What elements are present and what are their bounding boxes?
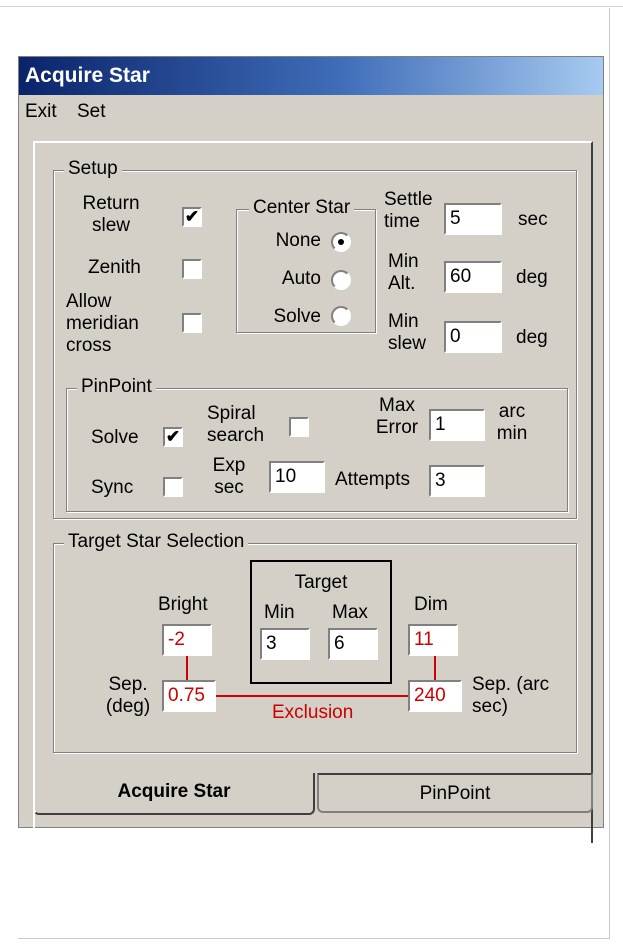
page-right-border xyxy=(609,8,610,938)
min-alt-unit: deg xyxy=(516,267,548,288)
zenith-checkbox[interactable] xyxy=(182,259,202,279)
dim-label: Dim xyxy=(414,594,448,615)
max-error-input[interactable]: 1 xyxy=(429,409,485,441)
min-alt-label: Min Alt. xyxy=(388,251,419,294)
exp-sec-label: Exp sec xyxy=(212,455,246,498)
center-solve-label: Solve xyxy=(273,306,321,327)
center-solve-radio[interactable] xyxy=(331,306,351,326)
min-slew-input[interactable]: 0 xyxy=(444,321,502,353)
setup-group: Setup Return slew ✔ Zenith Allow meridia… xyxy=(53,158,577,519)
sync-checkbox[interactable] xyxy=(163,477,183,497)
tab-pinpoint[interactable]: PinPoint xyxy=(317,773,593,813)
bright-connector xyxy=(186,656,188,680)
center-auto-radio[interactable] xyxy=(331,270,351,290)
menu-exit[interactable]: Exit xyxy=(25,101,57,123)
zenith-label: Zenith xyxy=(88,257,141,278)
page-bottom-border xyxy=(18,938,610,939)
max-error-label: Max Error xyxy=(375,395,419,438)
attempts-input[interactable]: 3 xyxy=(429,465,485,497)
solve-label: Solve xyxy=(91,427,139,448)
center-auto-label: Auto xyxy=(281,268,321,289)
allow-meridian-checkbox[interactable] xyxy=(182,313,202,333)
menu-bar: Exit Set xyxy=(19,95,603,131)
min-slew-label: Min slew xyxy=(388,311,427,354)
sep-deg-input[interactable]: 0.75 xyxy=(162,680,216,712)
center-star-legend: Center Star xyxy=(249,197,355,219)
allow-meridian-label: Allow meridian cross xyxy=(66,291,139,356)
return-slew-checkbox[interactable]: ✔ xyxy=(182,207,202,227)
bright-label: Bright xyxy=(158,594,208,615)
target-min-input[interactable]: 3 xyxy=(260,628,310,660)
target-legend: Target Star Selection xyxy=(64,531,249,553)
pinpoint-group: PinPoint Solve ✔ Sync Spiral search Exp … xyxy=(66,376,568,512)
sep-deg-label: Sep. (deg) xyxy=(105,674,151,717)
dim-input[interactable]: 11 xyxy=(408,624,458,656)
center-star-group: Center Star None Auto Solve xyxy=(236,197,376,333)
exp-sec-input[interactable]: 10 xyxy=(269,461,325,493)
spiral-search-checkbox[interactable] xyxy=(289,417,309,437)
exclusion-line xyxy=(216,695,410,697)
target-star-group: Target Star Selection Bright -2 Target M… xyxy=(53,531,577,753)
center-none-label: None xyxy=(275,230,321,251)
settle-time-label: Settle time xyxy=(384,189,433,232)
acquire-star-window: Acquire Star Exit Set Setup Return slew … xyxy=(18,56,604,843)
bright-input[interactable]: -2 xyxy=(162,624,212,656)
menu-set[interactable]: Set xyxy=(77,101,106,123)
target-box: Target Min Max 3 6 xyxy=(250,560,392,684)
solve-checkbox[interactable]: ✔ xyxy=(163,427,183,447)
target-label: Target xyxy=(294,572,348,593)
settle-time-input[interactable]: 5 xyxy=(444,203,502,235)
min-slew-unit: deg xyxy=(516,327,548,348)
target-min-label: Min xyxy=(264,602,295,623)
target-max-label: Max xyxy=(332,602,368,623)
sep-arc-label: Sep. (arc sec) xyxy=(472,674,550,717)
attempts-label: Attempts xyxy=(335,469,410,490)
pinpoint-legend: PinPoint xyxy=(77,376,156,398)
exclusion-label: Exclusion xyxy=(272,702,354,723)
settle-time-unit: sec xyxy=(518,209,548,230)
return-slew-label: Return slew xyxy=(82,193,140,236)
dim-connector xyxy=(434,656,436,680)
spiral-search-label: Spiral search xyxy=(207,403,265,446)
sync-label: Sync xyxy=(91,477,134,498)
target-max-input[interactable]: 6 xyxy=(328,628,378,660)
max-error-unit: arc min xyxy=(496,401,528,444)
sep-arc-input[interactable]: 240 xyxy=(408,680,462,712)
min-alt-input[interactable]: 60 xyxy=(444,261,502,293)
center-none-radio[interactable] xyxy=(331,232,351,252)
tab-acquire-star[interactable]: Acquire Star xyxy=(33,773,315,815)
setup-legend: Setup xyxy=(64,158,122,180)
page-top-border xyxy=(0,6,623,7)
window-title: Acquire Star xyxy=(19,57,603,95)
tab-panel-acquire-star: Setup Return slew ✔ Zenith Allow meridia… xyxy=(33,141,593,843)
